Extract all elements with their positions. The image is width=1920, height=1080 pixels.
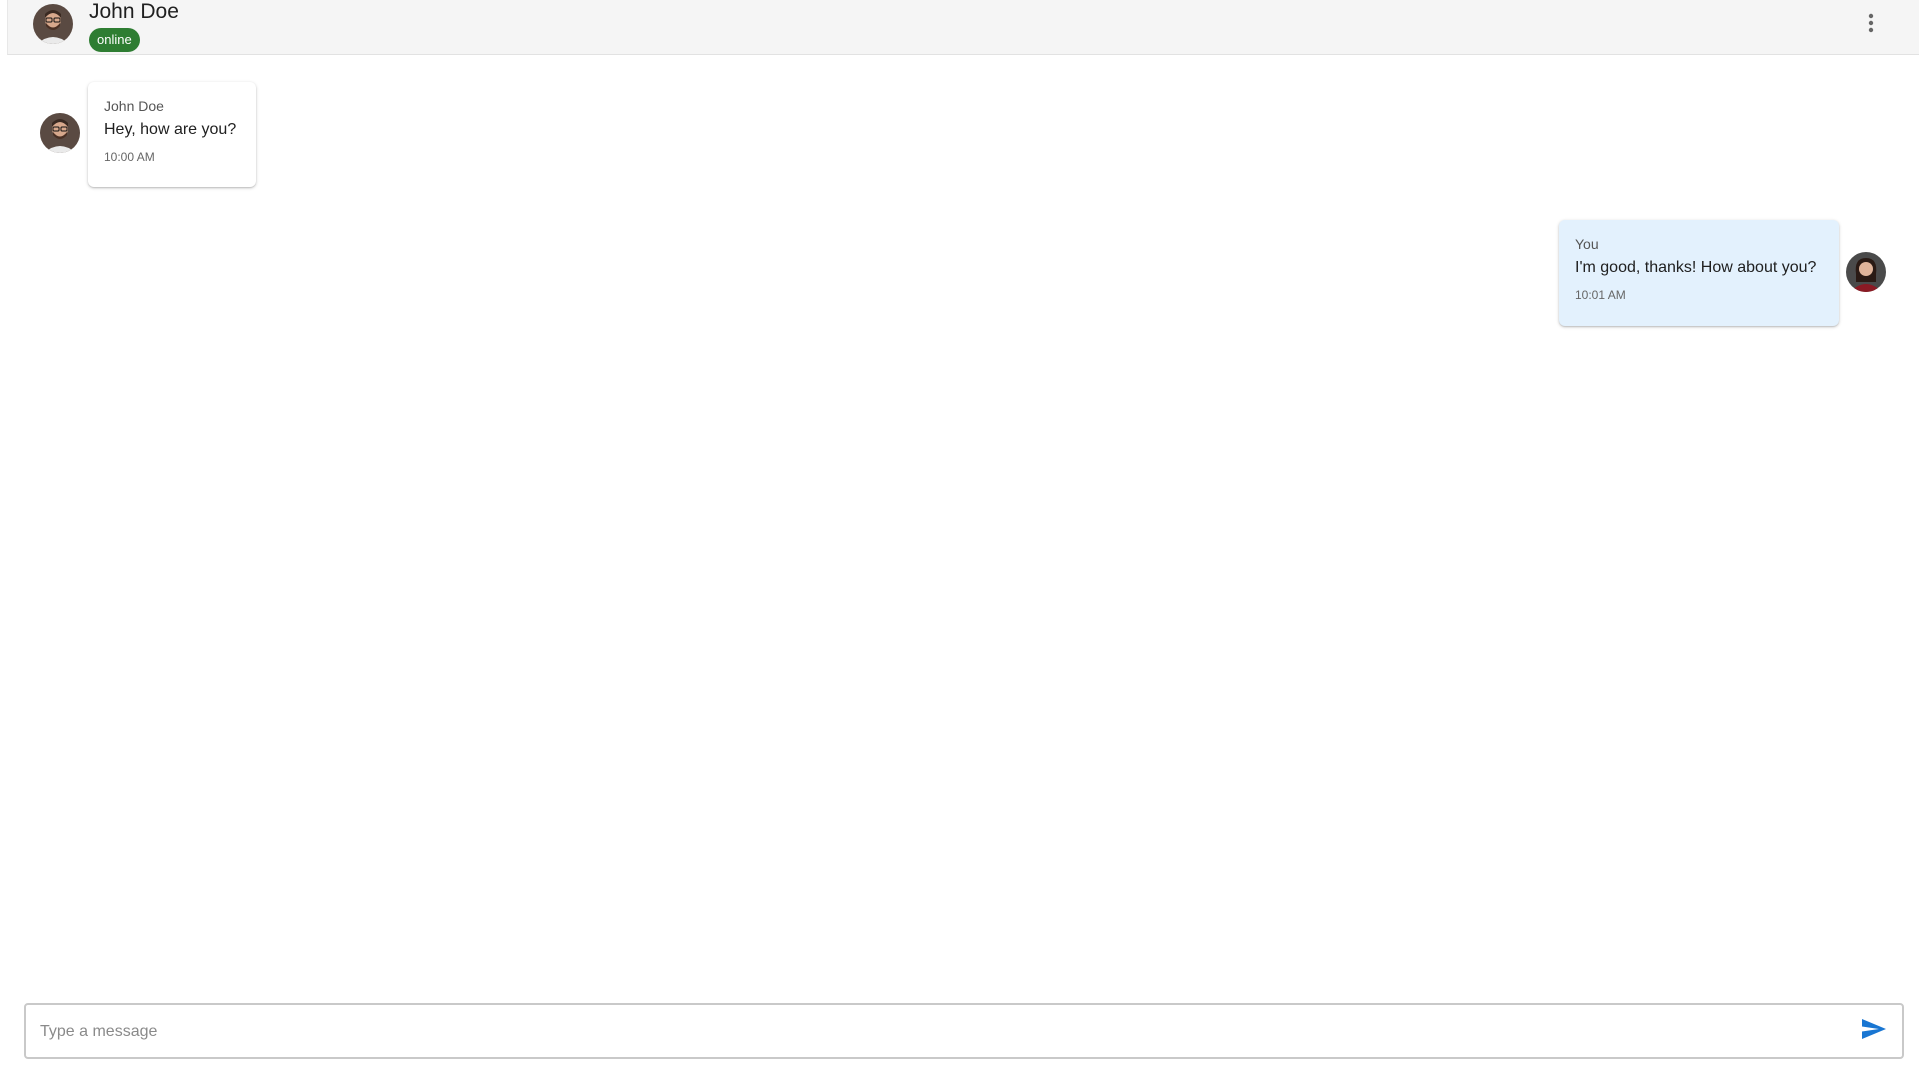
send-icon [1861, 1018, 1887, 1045]
chat-header: John Doe online [7, 0, 1919, 55]
message-list[interactable]: John Doe Hey, how are you? 10:00 AM You … [0, 56, 1920, 986]
incoming-message-avatar[interactable] [40, 113, 80, 153]
message-text: Hey, how are you? [104, 121, 237, 138]
outgoing-message-avatar[interactable] [1846, 252, 1886, 292]
more-vert-icon [1868, 13, 1874, 38]
message-input[interactable] [38, 1005, 1842, 1059]
message-time: 10:00 AM [104, 150, 155, 164]
incoming-message-bubble[interactable]: John Doe Hey, how are you? 10:00 AM [88, 82, 256, 187]
send-button[interactable] [1860, 1017, 1888, 1045]
more-options-button[interactable] [1857, 11, 1885, 39]
chat-app: John Doe online John Doe Hey, how are yo… [0, 0, 1920, 1080]
message-time: 10:01 AM [1575, 288, 1626, 302]
message-sender: John Doe [104, 98, 164, 114]
status-badge: online [89, 28, 140, 52]
message-sender: You [1575, 236, 1599, 252]
message-text: I'm good, thanks! How about you? [1575, 259, 1817, 276]
contact-avatar[interactable] [33, 4, 73, 44]
outgoing-message-bubble[interactable]: You I'm good, thanks! How about you? 10:… [1559, 220, 1839, 326]
message-composer [24, 1003, 1904, 1059]
contact-name: John Doe [89, 0, 179, 23]
